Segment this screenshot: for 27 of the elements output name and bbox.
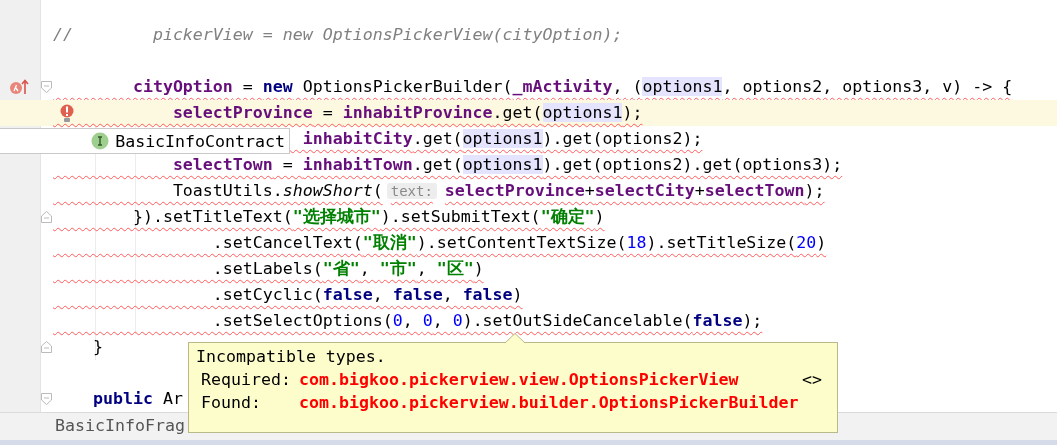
bulb-icon[interactable] xyxy=(60,104,74,124)
interface-badge-icon xyxy=(91,132,110,150)
type-name: com.bigkoo.pickerview.view.OptionsPickerView xyxy=(299,370,739,389)
code-line: public Ar xyxy=(91,388,183,410)
code-line: } xyxy=(91,336,103,358)
breadcrumb[interactable]: BasicInfoFrag xyxy=(55,416,185,435)
tooltip-label: Required: xyxy=(201,370,292,389)
code-line: .setLabels("省", "市", "区") xyxy=(211,258,484,280)
tooltip-title: Incompatible types. xyxy=(196,347,387,366)
code-line: cityOption = new OptionsPickerBuilder(_mActivity, (options1, options2, options3, v) -> { xyxy=(131,76,1013,98)
code-line: ToastUtils.showShort( text: selectProvince+selectCity+selectTown); xyxy=(171,180,825,202)
type-name: com.bigkoo.pickerview.builder.OptionsPickerBuilder xyxy=(299,393,799,412)
tooltip-label: Found: xyxy=(201,393,262,412)
code-line: selectTown = inhabitTown.get(options1).get(options2).get(options3); xyxy=(171,154,843,176)
code-line: }).setTitleText("选择城市").setSubmitText("确定") xyxy=(131,206,605,228)
code-line: .setSelectOptions(0, 0, 0).setOutSideCancelable(false); xyxy=(211,310,763,332)
diff-link[interactable]: <> xyxy=(802,370,822,389)
code-line: selectProvince = inhabitProvince.get(options1); xyxy=(171,102,643,124)
fold-icon[interactable] xyxy=(41,393,52,405)
completion-popup[interactable]: BasicInfoContract xyxy=(0,128,290,154)
fold-icon[interactable] xyxy=(41,341,52,353)
code-line: .setCancelText("取消").setContentTextSize(18).setTitleSize(20) xyxy=(211,232,827,254)
code-comment: // pickerView = new OptionsPickerView(cityOption); xyxy=(53,24,623,46)
code-line: .setCyclic(false, false, false) xyxy=(211,284,523,306)
fold-icon[interactable] xyxy=(41,211,52,223)
fold-icon[interactable] xyxy=(41,81,52,93)
lambda-up-arrow-icon[interactable] xyxy=(9,79,31,95)
